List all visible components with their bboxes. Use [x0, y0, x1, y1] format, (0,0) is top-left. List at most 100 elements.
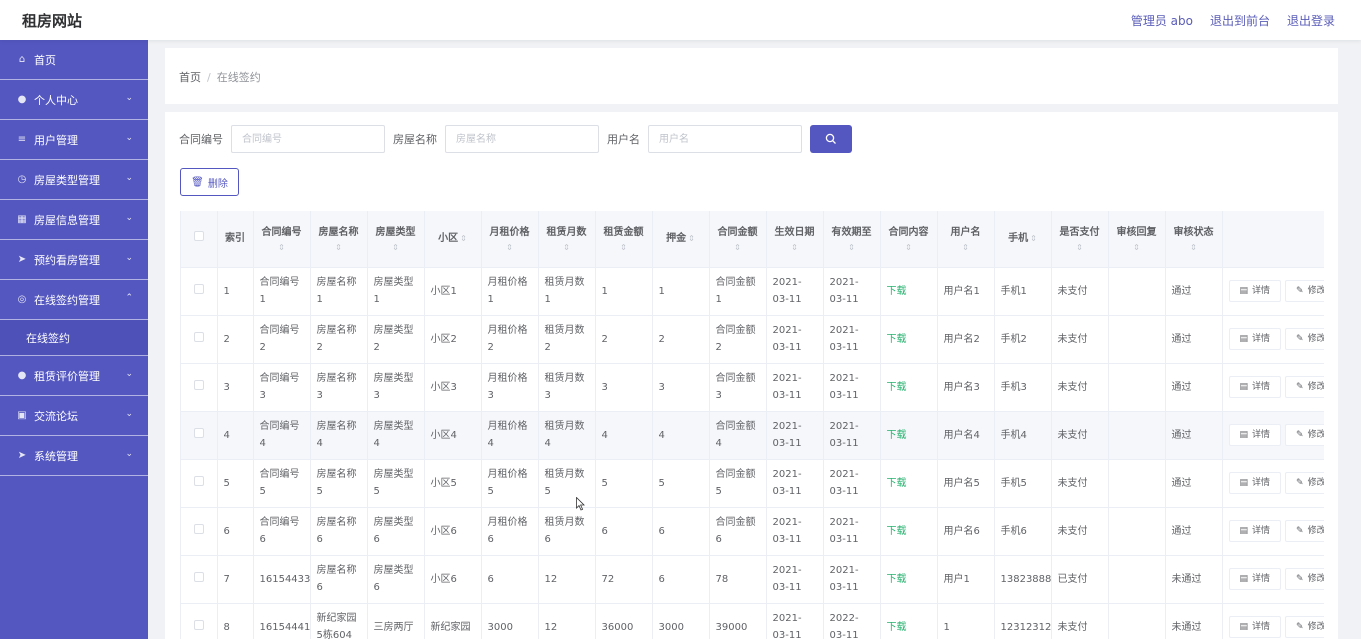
username-input[interactable]: [648, 125, 802, 153]
column-header[interactable]: 小区 ⇕: [424, 211, 482, 268]
sort-icon[interactable]: ⇕: [716, 243, 760, 253]
edit-button[interactable]: ✎ 修改: [1285, 568, 1324, 590]
row-select-cell[interactable]: [181, 603, 218, 639]
column-header[interactable]: 房屋名称 ⇕: [310, 211, 368, 268]
sidebar-item-users[interactable]: ≡ 用户管理 ⌄: [0, 120, 148, 160]
row-select-cell[interactable]: [181, 507, 218, 556]
logout-link[interactable]: 退出登录: [1287, 12, 1335, 29]
column-header[interactable]: 合同内容 ⇕: [880, 211, 938, 268]
sort-icon[interactable]: ⇕: [602, 243, 646, 253]
column-header[interactable]: 合同编号 ⇕: [253, 211, 311, 268]
detail-button[interactable]: ▤ 详情: [1228, 280, 1282, 302]
sort-icon[interactable]: ⇕: [317, 243, 361, 253]
search-button[interactable]: [810, 125, 852, 153]
row-checkbox[interactable]: [193, 523, 204, 534]
download-link[interactable]: 下载: [880, 507, 938, 556]
column-header[interactable]: 审核状态 ⇕: [1165, 211, 1223, 268]
sidebar-item-house-info[interactable]: ▦ 房屋信息管理 ⌄: [0, 200, 148, 240]
sort-icon[interactable]: ⇕: [830, 243, 874, 253]
table-cell: 合同编号3: [253, 363, 311, 412]
sort-icon[interactable]: ⇕: [1172, 243, 1216, 253]
contract-no-input[interactable]: [231, 125, 385, 153]
sidebar-item-forum[interactable]: ▣ 交流论坛 ⌄: [0, 396, 148, 436]
download-link[interactable]: 下载: [880, 363, 938, 412]
detail-button[interactable]: ▤ 详情: [1228, 616, 1282, 638]
row-actions: ▤ 详情 ✎ 修改: [1222, 315, 1324, 364]
sort-icon[interactable]: ⇕: [260, 243, 304, 253]
row-select-cell[interactable]: [181, 555, 218, 604]
detail-button[interactable]: ▤ 详情: [1228, 376, 1282, 398]
row-checkbox[interactable]: [193, 331, 204, 342]
sort-icon[interactable]: ⇕: [460, 234, 467, 243]
sidebar-item-viewing[interactable]: ➤ 预约看房管理 ⌄: [0, 240, 148, 280]
column-header[interactable]: 合同金额 ⇕: [709, 211, 767, 268]
edit-button[interactable]: ✎ 修改: [1285, 376, 1324, 398]
column-header[interactable]: 房屋类型 ⇕: [367, 211, 425, 268]
select-all-checkbox[interactable]: [193, 231, 204, 242]
sort-icon[interactable]: ⇕: [1058, 243, 1102, 253]
edit-button[interactable]: ✎ 修改: [1285, 328, 1324, 350]
breadcrumb-home[interactable]: 首页: [179, 71, 201, 84]
edit-button[interactable]: ✎ 修改: [1285, 424, 1324, 446]
column-header[interactable]: 生效日期 ⇕: [766, 211, 824, 268]
column-header[interactable]: 是否支付 ⇕: [1051, 211, 1109, 268]
sort-icon[interactable]: ⇕: [1115, 243, 1159, 253]
edit-button[interactable]: ✎ 修改: [1285, 472, 1324, 494]
row-checkbox[interactable]: [193, 475, 204, 486]
sidebar-item-system[interactable]: ➤ 系统管理 ⌄: [0, 436, 148, 476]
sort-icon[interactable]: ⇕: [887, 243, 931, 253]
download-link[interactable]: 下载: [880, 555, 938, 604]
download-link[interactable]: 下载: [880, 267, 938, 316]
chevron-up-icon: ⌃: [125, 293, 133, 303]
select-all-cell[interactable]: [181, 211, 218, 268]
table-cell: 36000: [595, 603, 653, 639]
sort-icon[interactable]: ⇕: [1030, 234, 1037, 243]
download-link[interactable]: 下载: [880, 315, 938, 364]
row-select-cell[interactable]: [181, 363, 218, 412]
edit-button[interactable]: ✎ 修改: [1285, 520, 1324, 542]
detail-button[interactable]: ▤ 详情: [1228, 424, 1282, 446]
row-checkbox[interactable]: [193, 571, 204, 582]
sidebar-subitem-online-contract[interactable]: 在线签约: [0, 320, 148, 356]
column-header[interactable]: 月租价格 ⇕: [481, 211, 539, 268]
admin-user-link[interactable]: 管理员 abo: [1131, 12, 1193, 29]
sort-icon[interactable]: ⇕: [773, 243, 817, 253]
column-header[interactable]: 用户名 ⇕: [937, 211, 995, 268]
sidebar-item-house-types[interactable]: ◷ 房屋类型管理 ⌄: [0, 160, 148, 200]
exit-to-front-link[interactable]: 退出到前台: [1210, 12, 1270, 29]
row-select-cell[interactable]: [181, 411, 218, 460]
row-checkbox[interactable]: [193, 379, 204, 390]
sort-icon[interactable]: ⇕: [545, 243, 589, 253]
row-checkbox[interactable]: [193, 619, 204, 630]
sidebar-item-reviews[interactable]: ● 租赁评价管理 ⌄: [0, 356, 148, 396]
detail-button[interactable]: ▤ 详情: [1228, 520, 1282, 542]
sidebar-item-contracts[interactable]: ◎ 在线签约管理 ⌃: [0, 280, 148, 320]
edit-button[interactable]: ✎ 修改: [1285, 616, 1324, 638]
detail-button[interactable]: ▤ 详情: [1228, 568, 1282, 590]
row-checkbox[interactable]: [193, 283, 204, 294]
column-header[interactable]: 有效期至 ⇕: [823, 211, 881, 268]
sort-icon[interactable]: ⇕: [944, 243, 988, 253]
detail-button[interactable]: ▤ 详情: [1228, 472, 1282, 494]
download-link[interactable]: 下载: [880, 411, 938, 460]
sort-icon[interactable]: ⇕: [488, 243, 532, 253]
row-select-cell[interactable]: [181, 459, 218, 508]
sidebar-item-personal[interactable]: ● 个人中心 ⌄: [0, 80, 148, 120]
column-header[interactable]: 租赁月数 ⇕: [538, 211, 596, 268]
sidebar-item-home[interactable]: ⌂ 首页: [0, 40, 148, 80]
row-select-cell[interactable]: [181, 315, 218, 364]
sort-icon[interactable]: ⇕: [374, 243, 418, 253]
row-checkbox[interactable]: [193, 427, 204, 438]
sort-icon[interactable]: ⇕: [688, 234, 695, 243]
house-name-input[interactable]: [445, 125, 599, 153]
download-link[interactable]: 下载: [880, 459, 938, 508]
detail-button[interactable]: ▤ 详情: [1228, 328, 1282, 350]
column-header[interactable]: 押金 ⇕: [652, 211, 710, 268]
column-header[interactable]: 手机 ⇕: [994, 211, 1052, 268]
row-select-cell[interactable]: [181, 267, 218, 316]
download-link[interactable]: 下载: [880, 603, 938, 639]
edit-button[interactable]: ✎ 修改: [1285, 280, 1324, 302]
column-header[interactable]: 审核回复 ⇕: [1108, 211, 1166, 268]
delete-button[interactable]: 🗑 删除: [180, 168, 239, 196]
column-header[interactable]: 租赁金额 ⇕: [595, 211, 653, 268]
